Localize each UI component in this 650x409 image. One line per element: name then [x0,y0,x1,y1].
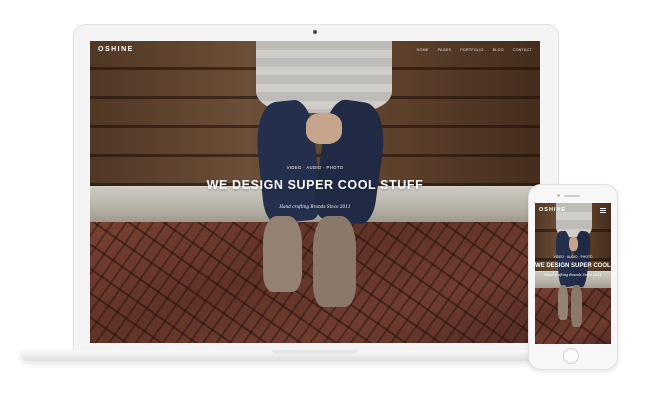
mobile-site-logo[interactable]: OSHINE [539,207,566,213]
nav-item-pages[interactable]: PAGES [438,48,452,52]
site-logo[interactable]: OSHINE [98,46,134,53]
nav-item-portfolio[interactable]: PORTFOLIO [460,48,483,52]
phone-speaker [564,195,580,197]
hero-subtitle: VIDEO · AUDIO · PHOTO [286,165,344,170]
nav-item-home[interactable]: HOME [417,48,429,52]
laptop-camera [313,30,317,34]
phone-home-button[interactable] [563,348,579,364]
nav-item-contact[interactable]: CONTACT [513,48,532,52]
desktop-screen: OSHINE HOME PAGES PORTFOLIO BLOG CONTACT… [90,41,540,343]
desktop-nav-menu: HOME PAGES PORTFOLIO BLOG CONTACT [417,48,532,52]
hero-tagline: Hand crafting Brands Since 2011 [279,204,351,209]
phone-camera [557,194,560,197]
hero-headline: WE DESIGN SUPER COOL STUFF [206,178,424,192]
hamburger-menu-icon[interactable] [600,208,606,214]
mobile-screen: OSHINE VIDEO · AUDIO · PHOTO WE DESIGN S… [535,203,611,344]
nav-item-blog[interactable]: BLOG [493,48,504,52]
mobile-hero-tagline: Hand crafting Brands Since 2011 [544,273,602,277]
laptop-opening-notch [272,350,358,354]
mobile-hero-headline: WE DESIGN SUPER COOL STUFF [535,263,611,269]
hero-background-photo [90,41,540,343]
desktop-navbar: OSHINE HOME PAGES PORTFOLIO BLOG CONTACT [90,41,540,61]
mobile-hero-subtitle: VIDEO · AUDIO · PHOTO [553,255,593,259]
